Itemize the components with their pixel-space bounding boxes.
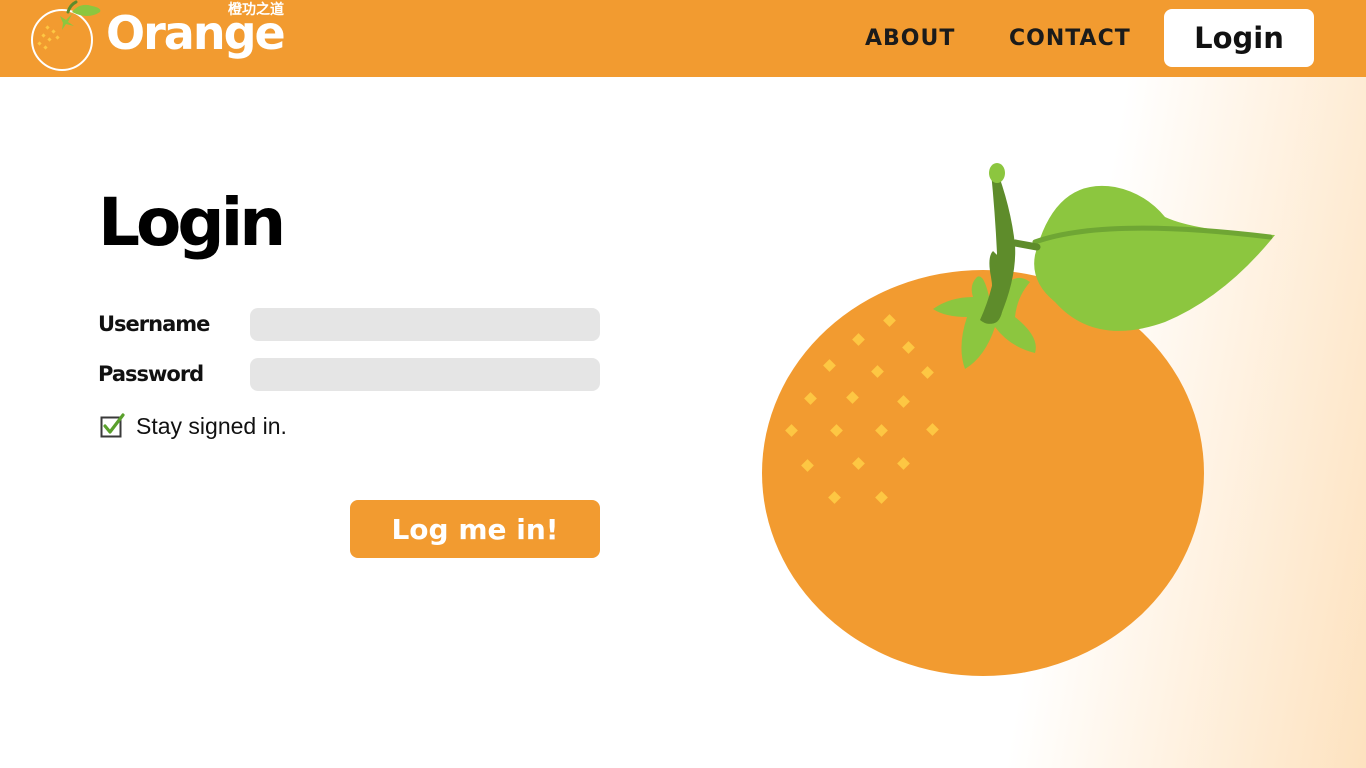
orange-fruit-icon	[762, 163, 1275, 676]
brand-logo[interactable]: Orange 橙功之道	[28, 0, 298, 77]
brand-tagline: 橙功之道	[228, 2, 284, 18]
orange-logo-icon	[31, 0, 101, 71]
login-submit-button[interactable]: Log me in!	[350, 500, 600, 558]
username-input[interactable]	[250, 308, 600, 341]
password-label: Password	[98, 362, 204, 386]
nav-login-button[interactable]: Login	[1164, 9, 1314, 67]
nav-about-link[interactable]: ABOUT	[865, 28, 955, 50]
nav-contact-link[interactable]: CONTACT	[1009, 28, 1131, 50]
stay-signed-in-label: Stay signed in.	[136, 413, 287, 439]
username-label: Username	[98, 312, 210, 336]
password-input[interactable]	[250, 358, 600, 391]
page-title: Login	[98, 184, 286, 261]
checkbox-checked-icon[interactable]	[100, 413, 125, 438]
main-content: Login Username Password Stay signed in. …	[0, 77, 1366, 768]
top-navbar: Orange 橙功之道 ABOUT CONTACT Login	[0, 0, 1366, 77]
